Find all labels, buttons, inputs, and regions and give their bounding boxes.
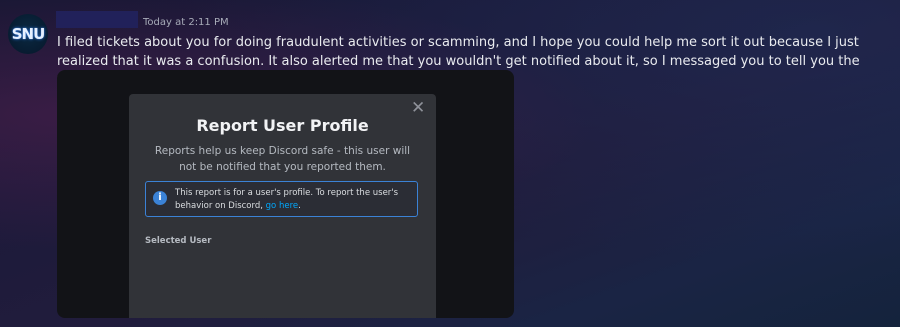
info-icon: i — [153, 191, 167, 205]
report-modal-screenshot: ✕ Report User Profile Reports help us ke… — [129, 94, 436, 318]
modal-subtitle: Reports help us keep Discord safe - this… — [154, 145, 411, 173]
modal-title: Report User Profile — [196, 116, 369, 135]
message-timestamp[interactable]: Today at 2:11 PM — [143, 17, 229, 28]
username-redacted[interactable] — [56, 11, 138, 28]
avatar[interactable]: SNU — [8, 14, 48, 54]
info-notice-suffix: . — [298, 201, 301, 211]
image-attachment[interactable]: ✕ Report User Profile Reports help us ke… — [57, 70, 514, 318]
info-notice: i This report is for a user's profile. T… — [145, 181, 418, 217]
close-icon: ✕ — [411, 98, 426, 118]
selected-user-label: Selected User — [145, 236, 212, 246]
avatar-initials: SNU — [11, 25, 46, 43]
go-here-link: go here — [265, 201, 299, 211]
chat-message: SNU Today at 2:11 PM I filed tickets abo… — [0, 0, 900, 327]
info-notice-text: This report is for a user's profile. To … — [175, 187, 411, 213]
